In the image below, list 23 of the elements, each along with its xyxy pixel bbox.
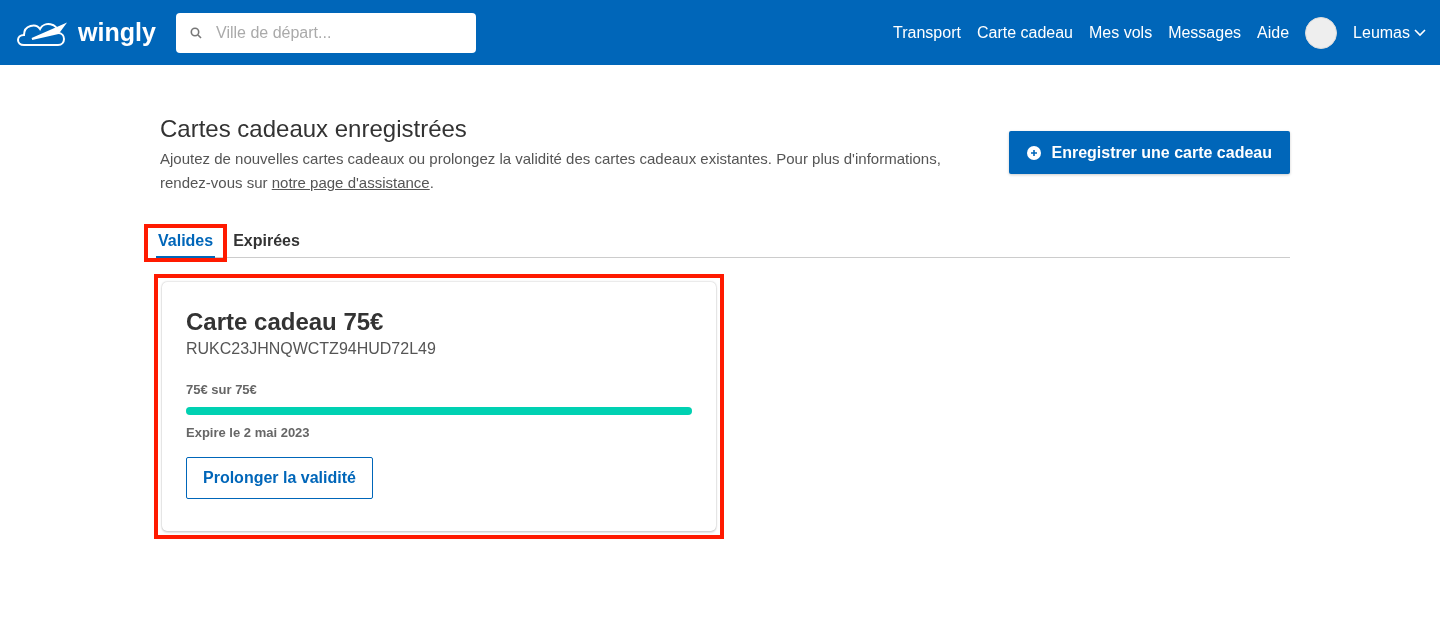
extend-button[interactable]: Prolonger la validité [186, 457, 373, 499]
search-icon [190, 26, 202, 39]
register-button[interactable]: Enregistrer une carte cadeau [1009, 131, 1290, 174]
page-title: Cartes cadeaux enregistrées [160, 115, 468, 143]
nav-link[interactable]: Transport [893, 23, 961, 42]
avatar[interactable] [1305, 16, 1338, 49]
nav-link[interactable]: Aide [1257, 23, 1290, 42]
nav-link[interactable]: Carte cadeau [976, 23, 1073, 42]
chevron-down-icon [1414, 28, 1426, 37]
plus-circle-icon [1027, 145, 1042, 160]
help-link[interactable]: notre page d'assistance [271, 174, 430, 191]
balance-text: 75€ sur 75€ [186, 382, 258, 397]
card-title: Carte cadeau 75€ [186, 308, 385, 336]
search-bar[interactable]: Ville de départ... [176, 12, 476, 53]
tab[interactable]: Valides [156, 228, 216, 258]
card-code: RUKC23JHNQWCTZ94HUD72L49 [186, 340, 437, 358]
nav-link[interactable]: Mes vols [1089, 23, 1153, 42]
user-menu[interactable]: Leumas [1353, 23, 1426, 42]
brand-name: wingly [78, 18, 156, 47]
nav-link[interactable]: Messages [1168, 23, 1242, 42]
expiry-text: Expire le 2 mai 2023 [186, 425, 311, 440]
page-description: Ajoutez de nouvelles cartes cadeaux ou prolongez la validité des cartes cadeaux existantes. Pour plus d'informations, rendez-vous sur notre page d'assistance. [160, 149, 942, 193]
tab[interactable]: Expirées [231, 228, 302, 258]
